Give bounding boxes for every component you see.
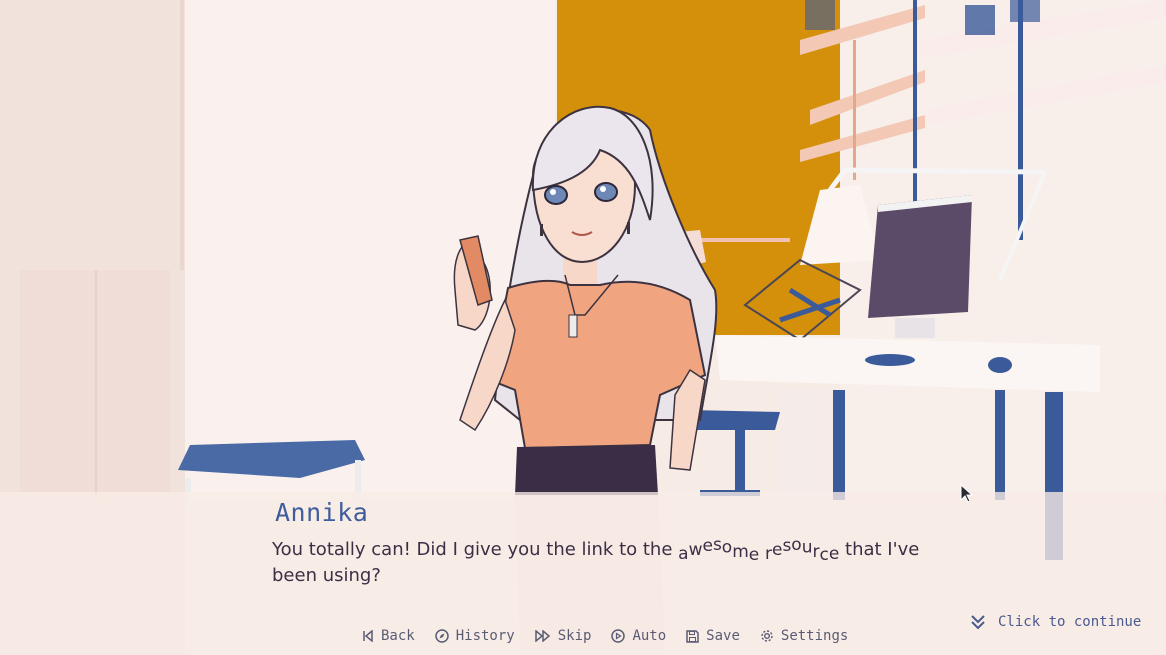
back-label: Back — [381, 628, 415, 644]
skip-button[interactable]: Skip — [534, 628, 592, 644]
settings-button[interactable]: Settings — [760, 628, 848, 644]
save-label: Save — [706, 628, 740, 644]
fast-forward-icon — [534, 630, 550, 642]
skip-label: Skip — [557, 628, 592, 644]
wavy-letter: c — [819, 544, 829, 565]
wavy-word-resource: resource — [765, 535, 839, 565]
play-circle-icon — [611, 629, 626, 643]
gear-icon — [761, 630, 773, 642]
wavy-letter: a — [678, 544, 689, 564]
wavy-letter: e — [771, 540, 783, 561]
quick-menu: Back History Skip Auto Save Settings — [362, 628, 848, 644]
floppy-disk-icon — [686, 629, 699, 643]
wavy-letter: e — [702, 536, 713, 557]
settings-label: Settings — [780, 628, 849, 644]
back-icon — [363, 630, 373, 642]
double-chevron-down-icon — [971, 615, 985, 630]
game-screen[interactable]: Annika You totally can! Did I give you t… — [0, 0, 1166, 655]
back-button[interactable]: Back — [362, 628, 415, 644]
wavy-letter: r — [812, 542, 820, 562]
history-button[interactable]: History — [434, 628, 515, 644]
mouse-cursor-icon — [960, 484, 974, 503]
wavy-letter: m — [732, 542, 749, 562]
click-to-continue[interactable]: Click to continue — [970, 614, 1141, 630]
wavy-letter: s — [712, 535, 722, 556]
wavy-letter: s — [782, 536, 792, 557]
dialogue-text: You totally can! Did I give you the link… — [272, 535, 962, 588]
continue-label: Click to continue — [998, 614, 1142, 630]
wavy-letter: o — [791, 535, 802, 556]
wavy-letter: u — [801, 537, 813, 558]
auto-label: Auto — [632, 628, 667, 644]
wavy-letter: w — [688, 540, 703, 561]
wavy-word-awesome: awesome — [678, 535, 759, 565]
wavy-letter: e — [828, 544, 840, 564]
wavy-letter: o — [721, 537, 733, 558]
history-label: History — [455, 628, 515, 644]
compass-icon — [434, 629, 449, 643]
auto-button[interactable]: Auto — [611, 628, 666, 644]
wavy-letter: e — [748, 544, 760, 565]
speaker-name: Annika — [275, 498, 369, 527]
save-button[interactable]: Save — [686, 628, 740, 644]
dialogue-text-before: You totally can! Did I give you the link… — [272, 539, 679, 560]
wavy-letter: r — [764, 544, 772, 564]
